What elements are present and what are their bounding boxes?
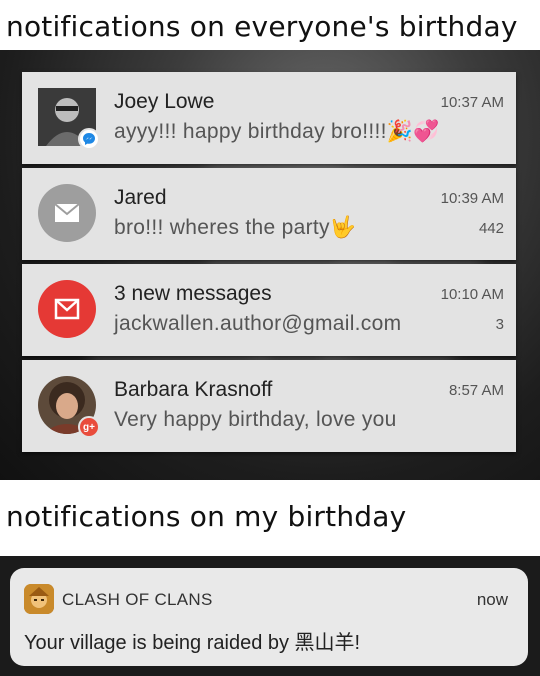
bottom-caption: notifications on my birthday: [6, 500, 407, 533]
avatar: [38, 88, 100, 150]
notification-card[interactable]: 3 new messages jackwallen.author@gmail.c…: [22, 264, 516, 356]
notification-card[interactable]: Joey Lowe ayyy!!! happy birthday bro!!!!…: [22, 72, 516, 164]
timestamp: 8:57 AM: [448, 382, 504, 399]
message-preview: Very happy birthday, love you: [114, 408, 397, 431]
envelope-icon: [38, 184, 96, 242]
timestamp: 10:37 AM: [440, 94, 504, 111]
sender-name: Barbara Krasnoff: [114, 378, 273, 401]
clash-of-clans-icon: [24, 584, 54, 614]
message-count: 3: [495, 316, 504, 333]
sender-name: Joey Lowe: [114, 90, 215, 113]
notification-card[interactable]: Jared bro!!! wheres the party🤟 10:39 AM …: [22, 168, 516, 260]
timestamp: 10:39 AM: [440, 190, 504, 207]
gmail-icon: [38, 280, 96, 338]
notification-card[interactable]: g+ Barbara Krasnoff Very happy birthday,…: [22, 360, 516, 452]
top-caption: notifications on everyone's birthday: [6, 10, 518, 43]
sender-name: 3 new messages: [114, 282, 272, 305]
message-count: 442: [478, 220, 504, 237]
timestamp: 10:10 AM: [440, 286, 504, 303]
google-plus-icon: g+: [78, 416, 100, 438]
message-preview: ayyy!!! happy birthday bro!!!!🎉💞: [114, 120, 440, 143]
sender-name: Jared: [114, 186, 167, 209]
message-preview: bro!!! wheres the party🤟: [114, 216, 357, 239]
avatar: g+: [38, 376, 100, 438]
message-preview: Your village is being raided by 黑山羊!: [24, 632, 361, 654]
email-address: jackwallen.author@gmail.com: [114, 312, 402, 335]
game-notification-card[interactable]: CLASH OF CLANS now Your village is being…: [10, 568, 528, 666]
timestamp: now: [476, 590, 508, 609]
app-name: CLASH OF CLANS: [62, 590, 213, 609]
messenger-icon: [78, 128, 100, 150]
